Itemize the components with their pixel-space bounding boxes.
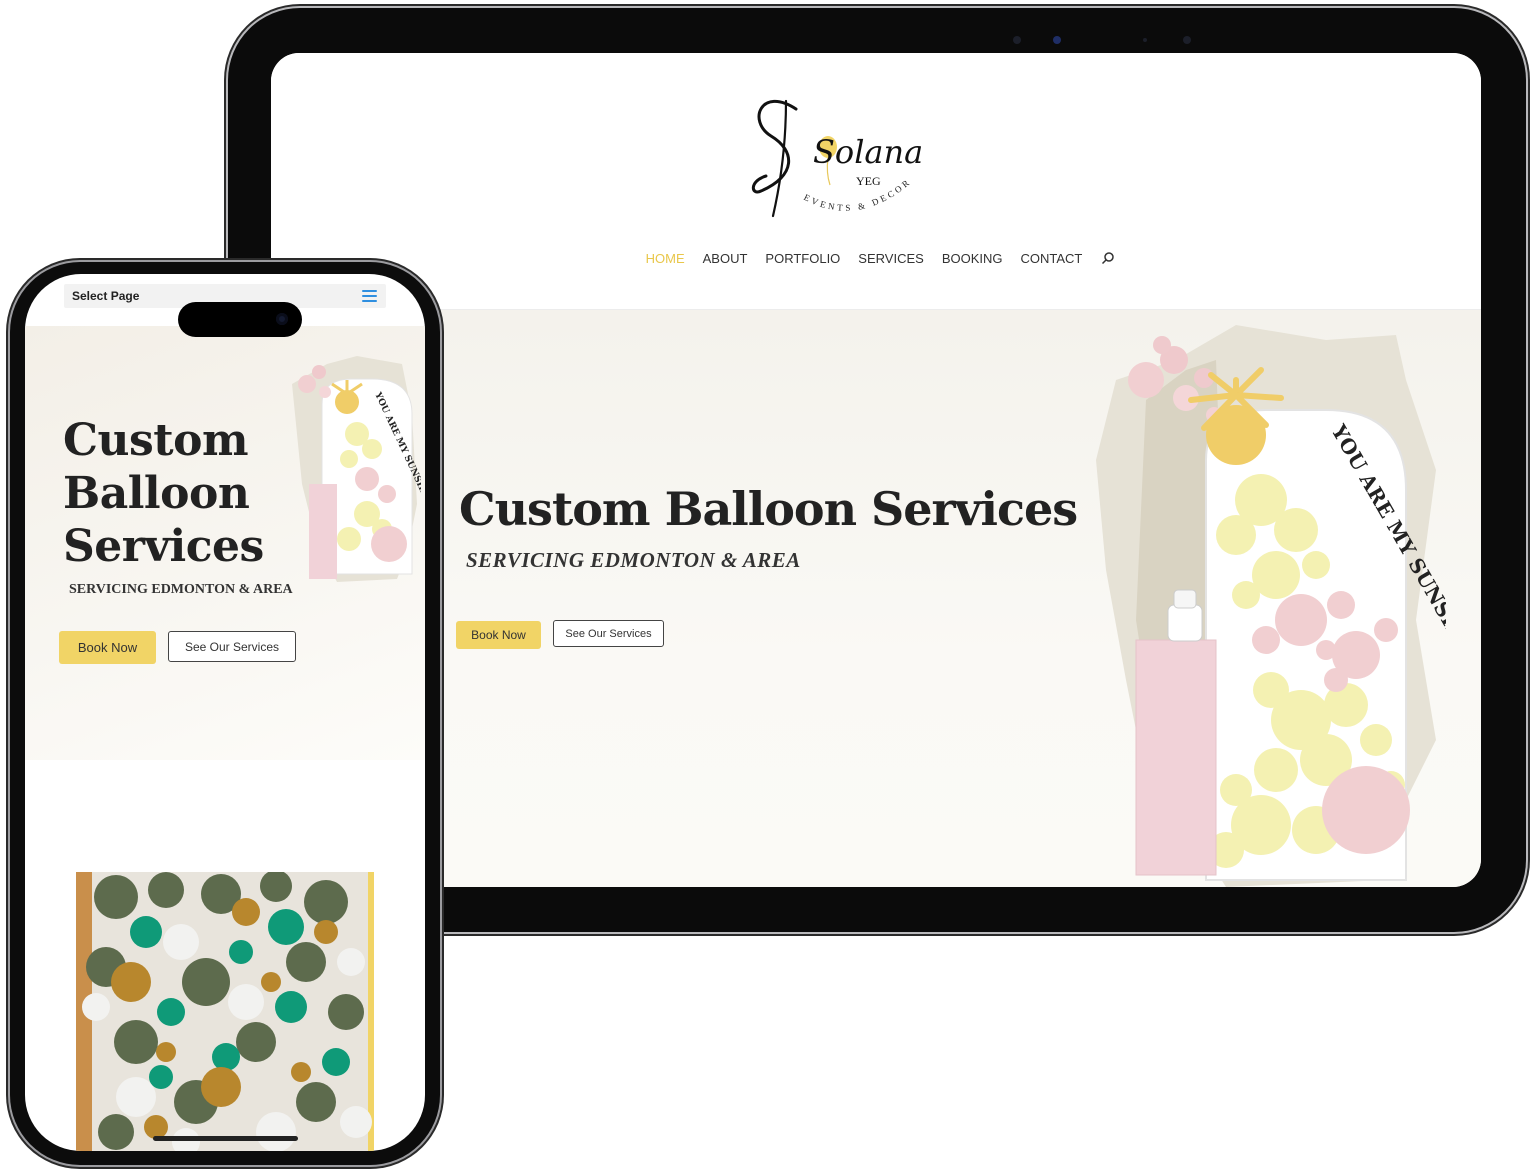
dynamic-island bbox=[178, 302, 302, 337]
balloon-arch-image: YOU ARE MY SUNSHINE bbox=[1096, 325, 1446, 887]
tablet-camera-bar bbox=[1013, 33, 1203, 47]
home-indicator bbox=[153, 1136, 298, 1141]
search-icon[interactable] bbox=[1101, 251, 1115, 265]
see-services-button[interactable]: See Our Services bbox=[553, 620, 664, 647]
phone-screen: Select Page Custom Balloon Services SERV… bbox=[25, 274, 425, 1151]
phone-title-line-2: Balloon bbox=[63, 468, 250, 519]
phone-balloon-arch-image: YOU ARE MY SUNSHINE bbox=[292, 356, 421, 582]
phone-device: Select Page Custom Balloon Services SERV… bbox=[10, 262, 440, 1165]
site-header: Solana YEG EVENTS & DECOR HOME ABOUT POR… bbox=[271, 53, 1481, 310]
phone-book-now-button[interactable]: Book Now bbox=[59, 631, 156, 664]
hero-title: Custom Balloon Services bbox=[459, 482, 1078, 536]
select-page-label: Select Page bbox=[72, 289, 140, 303]
phone-hero-title: Custom Balloon Services bbox=[63, 414, 264, 573]
phone-hero-section: Custom Balloon Services SERVICING EDMONT… bbox=[25, 326, 425, 760]
nav-item-contact[interactable]: CONTACT bbox=[1021, 251, 1083, 266]
balloon-wall-gallery-image bbox=[76, 872, 374, 1151]
hamburger-menu-icon[interactable] bbox=[362, 290, 377, 302]
nav-item-booking[interactable]: BOOKING bbox=[942, 251, 1003, 266]
tablet-screen: Solana YEG EVENTS & DECOR HOME ABOUT POR… bbox=[271, 53, 1481, 887]
phone-see-services-button[interactable]: See Our Services bbox=[168, 631, 296, 662]
hero-section: Custom Balloon Services SERVICING EDMONT… bbox=[271, 310, 1481, 887]
phone-hero-subtitle: SERVICING EDMONTON & AREA bbox=[69, 582, 293, 597]
phone-title-line-1: Custom bbox=[63, 415, 249, 466]
book-now-button[interactable]: Book Now bbox=[456, 621, 541, 649]
main-nav: HOME ABOUT PORTFOLIO SERVICES BOOKING CO… bbox=[271, 251, 1481, 266]
phone-title-line-3: Services bbox=[63, 521, 264, 572]
nav-item-about[interactable]: ABOUT bbox=[703, 251, 748, 266]
logo-script-text: Solana bbox=[813, 133, 923, 171]
nav-item-home[interactable]: HOME bbox=[646, 251, 685, 266]
hero-subtitle: SERVICING EDMONTON & AREA bbox=[466, 548, 801, 572]
nav-item-services[interactable]: SERVICES bbox=[858, 251, 924, 266]
logo-yeg-text: YEG bbox=[856, 174, 881, 188]
nav-item-portfolio[interactable]: PORTFOLIO bbox=[765, 251, 840, 266]
solana-logo[interactable]: Solana YEG EVENTS & DECOR bbox=[741, 81, 931, 241]
